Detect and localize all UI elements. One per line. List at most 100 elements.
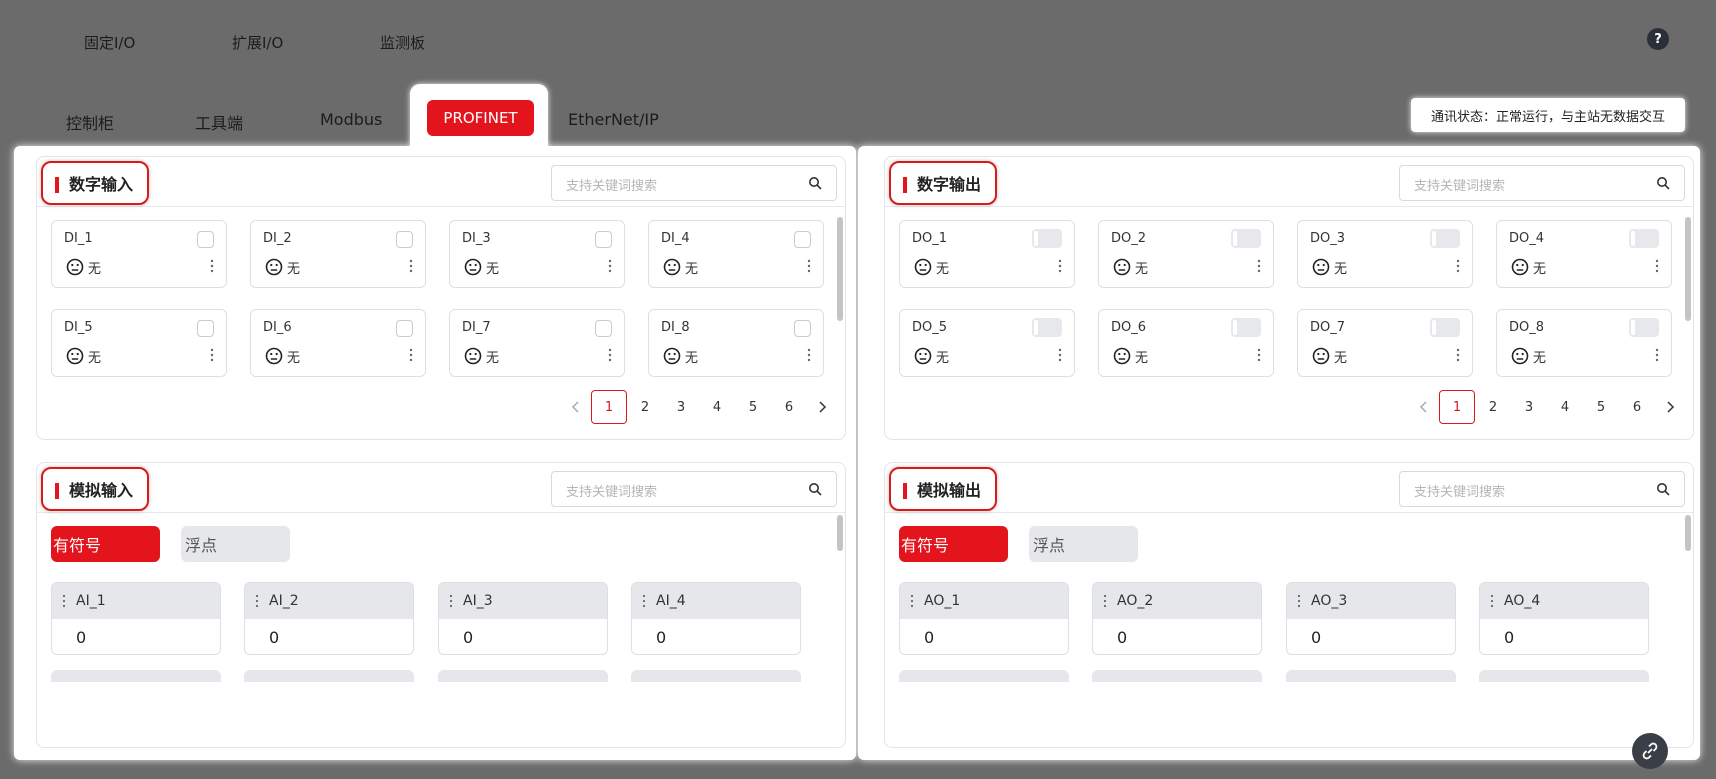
analog-card[interactable]: AI_1 0 xyxy=(51,582,221,655)
kebab-menu-icon[interactable] xyxy=(409,258,413,274)
kebab-menu-icon[interactable] xyxy=(1257,258,1261,274)
analog-card[interactable]: AO_2 0 xyxy=(1092,582,1262,655)
io-card[interactable]: DI_8 无 xyxy=(648,309,824,377)
float-type-button[interactable]: 浮点 xyxy=(181,526,290,562)
checkbox[interactable] xyxy=(197,231,214,248)
page-button[interactable]: 3 xyxy=(663,390,699,424)
checkbox[interactable] xyxy=(595,320,612,337)
io-card[interactable]: DI_6 无 xyxy=(250,309,426,377)
search-icon[interactable] xyxy=(808,482,822,496)
search-input[interactable]: 支持关键词搜索 xyxy=(551,165,837,201)
io-card[interactable]: DO_7 无 xyxy=(1297,309,1473,377)
io-card[interactable]: DI_1 无 xyxy=(51,220,227,288)
signed-type-button[interactable]: 有符号 xyxy=(899,526,1008,562)
io-card[interactable]: DI_2 无 xyxy=(250,220,426,288)
drag-handle-icon[interactable] xyxy=(1103,594,1107,608)
tab-modbus[interactable]: Modbus xyxy=(320,110,382,129)
kebab-menu-icon[interactable] xyxy=(1456,258,1460,274)
next-page-button[interactable] xyxy=(1655,390,1685,424)
kebab-menu-icon[interactable] xyxy=(1058,347,1062,363)
link-icon[interactable] xyxy=(1632,733,1668,769)
io-card[interactable]: DO_4 无 xyxy=(1496,220,1672,288)
scrollbar[interactable] xyxy=(837,515,843,551)
page-button[interactable]: 5 xyxy=(735,390,771,424)
page-button[interactable]: 6 xyxy=(1619,390,1655,424)
io-card[interactable]: DO_3 无 xyxy=(1297,220,1473,288)
io-card[interactable]: DI_7 无 xyxy=(449,309,625,377)
help-icon[interactable]: ? xyxy=(1647,28,1669,50)
kebab-menu-icon[interactable] xyxy=(807,258,811,274)
scrollbar[interactable] xyxy=(1685,515,1691,551)
toggle-switch[interactable] xyxy=(1231,229,1261,248)
io-card[interactable]: DI_5 无 xyxy=(51,309,227,377)
checkbox[interactable] xyxy=(396,231,413,248)
toggle-switch[interactable] xyxy=(1629,229,1659,248)
kebab-menu-icon[interactable] xyxy=(1456,347,1460,363)
scrollbar[interactable] xyxy=(1685,217,1691,321)
signed-type-button[interactable]: 有符号 xyxy=(51,526,160,562)
drag-handle-icon[interactable] xyxy=(62,594,66,608)
kebab-menu-icon[interactable] xyxy=(409,347,413,363)
float-type-button[interactable]: 浮点 xyxy=(1029,526,1138,562)
search-icon[interactable] xyxy=(808,176,822,190)
page-button[interactable]: 3 xyxy=(1511,390,1547,424)
analog-card[interactable]: AO_1 0 xyxy=(899,582,1069,655)
tab-extended-io[interactable]: 扩展I/O xyxy=(232,32,380,53)
page-button[interactable]: 4 xyxy=(699,390,735,424)
io-card[interactable]: DO_6 无 xyxy=(1098,309,1274,377)
tab-monitor-board[interactable]: 监测板 xyxy=(380,32,528,53)
search-input[interactable]: 支持关键词搜索 xyxy=(1399,165,1685,201)
drag-handle-icon[interactable] xyxy=(642,594,646,608)
search-input[interactable]: 支持关键词搜索 xyxy=(1399,471,1685,507)
toggle-switch[interactable] xyxy=(1629,318,1659,337)
toggle-switch[interactable] xyxy=(1032,318,1062,337)
kebab-menu-icon[interactable] xyxy=(210,347,214,363)
io-card[interactable]: DO_8 无 xyxy=(1496,309,1672,377)
io-card[interactable]: DO_2 无 xyxy=(1098,220,1274,288)
checkbox[interactable] xyxy=(197,320,214,337)
checkbox[interactable] xyxy=(794,231,811,248)
search-icon[interactable] xyxy=(1656,176,1670,190)
drag-handle-icon[interactable] xyxy=(1297,594,1301,608)
toggle-switch[interactable] xyxy=(1430,229,1460,248)
page-button[interactable]: 4 xyxy=(1547,390,1583,424)
drag-handle-icon[interactable] xyxy=(255,594,259,608)
kebab-menu-icon[interactable] xyxy=(807,347,811,363)
analog-card[interactable]: AO_4 0 xyxy=(1479,582,1649,655)
analog-card[interactable]: AI_3 0 xyxy=(438,582,608,655)
kebab-menu-icon[interactable] xyxy=(608,347,612,363)
search-input[interactable]: 支持关键词搜索 xyxy=(551,471,837,507)
analog-card[interactable]: AI_4 0 xyxy=(631,582,801,655)
toggle-switch[interactable] xyxy=(1231,318,1261,337)
io-card[interactable]: DI_4 无 xyxy=(648,220,824,288)
kebab-menu-icon[interactable] xyxy=(1655,347,1659,363)
prev-page-button[interactable] xyxy=(1409,390,1439,424)
io-card[interactable]: DO_5 无 xyxy=(899,309,1075,377)
tab-tool-end[interactable]: 工具端 xyxy=(195,110,243,134)
kebab-menu-icon[interactable] xyxy=(1257,347,1261,363)
page-button[interactable]: 5 xyxy=(1583,390,1619,424)
kebab-menu-icon[interactable] xyxy=(210,258,214,274)
checkbox[interactable] xyxy=(794,320,811,337)
io-card[interactable]: DO_1 无 xyxy=(899,220,1075,288)
tab-control-cabinet[interactable]: 控制柜 xyxy=(66,110,114,134)
kebab-menu-icon[interactable] xyxy=(1655,258,1659,274)
drag-handle-icon[interactable] xyxy=(910,594,914,608)
analog-card[interactable]: AI_2 0 xyxy=(244,582,414,655)
toggle-switch[interactable] xyxy=(1032,229,1062,248)
tab-fixed-io[interactable]: 固定I/O xyxy=(84,32,232,53)
prev-page-button[interactable] xyxy=(561,390,591,424)
kebab-menu-icon[interactable] xyxy=(608,258,612,274)
tab-profinet[interactable]: PROFINET xyxy=(427,100,534,136)
kebab-menu-icon[interactable] xyxy=(1058,258,1062,274)
io-card[interactable]: DI_3 无 xyxy=(449,220,625,288)
drag-handle-icon[interactable] xyxy=(449,594,453,608)
checkbox[interactable] xyxy=(396,320,413,337)
checkbox[interactable] xyxy=(595,231,612,248)
scrollbar[interactable] xyxy=(837,217,843,321)
page-button[interactable]: 1 xyxy=(591,390,627,424)
analog-card[interactable]: AO_3 0 xyxy=(1286,582,1456,655)
search-icon[interactable] xyxy=(1656,482,1670,496)
next-page-button[interactable] xyxy=(807,390,837,424)
page-button[interactable]: 2 xyxy=(627,390,663,424)
